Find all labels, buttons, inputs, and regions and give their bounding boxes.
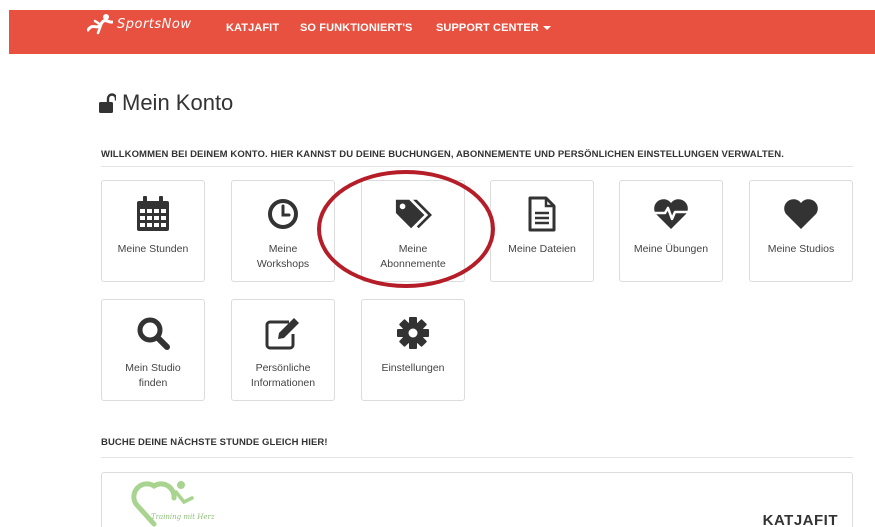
divider xyxy=(101,166,853,167)
tile-label: Persönliche Informationen xyxy=(250,362,316,390)
welcome-text: WILLKOMMEN BEI DEINEM KONTO. HIER KANNST… xyxy=(101,149,784,160)
page-title-text: Mein Konto xyxy=(122,90,234,115)
tile-persoenliche-informationen[interactable]: Persönliche Informationen xyxy=(231,299,335,401)
page-title: Mein Konto xyxy=(99,90,233,116)
tile-meine-dateien[interactable]: Meine Dateien xyxy=(490,180,594,282)
tile-label: Meine Workshops xyxy=(256,243,310,271)
cog-icon xyxy=(394,314,432,352)
nav-support-center-label: SUPPORT CENTER xyxy=(436,22,539,34)
file-text-icon xyxy=(523,195,561,233)
tile-meine-studios[interactable]: Meine Studios xyxy=(749,180,853,282)
clock-icon xyxy=(264,195,302,233)
search-icon xyxy=(134,314,172,352)
tile-einstellungen[interactable]: Einstellungen xyxy=(361,299,465,401)
logo-text: SportsNow xyxy=(117,16,192,32)
heartbeat-icon xyxy=(652,195,690,233)
booking-heading: BUCHE DEINE NÄCHSTE STUNDE GLEICH HIER! xyxy=(101,437,328,448)
tile-mein-studio-finden[interactable]: Mein Studio finden xyxy=(101,299,205,401)
tile-label: Meine Studios xyxy=(767,243,835,255)
studio-name: KATJAFIT xyxy=(762,512,838,527)
tile-meine-uebungen[interactable]: Meine Übungen xyxy=(619,180,723,282)
tile-meine-workshops[interactable]: Meine Workshops xyxy=(231,180,335,282)
sportsnow-logo-icon xyxy=(87,14,113,35)
tile-label: Meine Dateien xyxy=(508,243,576,255)
calendar-icon xyxy=(134,195,172,233)
edit-icon xyxy=(264,314,302,352)
unlock-icon xyxy=(99,93,116,113)
studio-tagline: Training mit Herz xyxy=(151,513,215,521)
nav-so-funktionierts[interactable]: SO FUNKTIONIERT'S xyxy=(300,22,412,34)
tile-meine-stunden[interactable]: Meine Stunden xyxy=(101,180,205,282)
sportsnow-logo[interactable]: SportsNow xyxy=(87,12,191,36)
tile-label: Mein Studio finden xyxy=(125,362,181,390)
heart-icon xyxy=(782,195,820,233)
tags-icon xyxy=(394,195,432,233)
tile-label: Meine Abonnemente xyxy=(380,243,446,271)
nav-support-center[interactable]: SUPPORT CENTER xyxy=(436,22,551,34)
tile-label: Meine Übungen xyxy=(633,243,709,255)
chevron-down-icon xyxy=(542,26,551,31)
studio-card[interactable]: Training mit Herz KATJAFIT xyxy=(101,472,853,527)
tile-label: Meine Stunden xyxy=(117,243,189,255)
divider xyxy=(101,457,853,458)
tile-label: Einstellungen xyxy=(381,362,445,374)
nav-katjafit[interactable]: KATJAFIT xyxy=(226,22,279,34)
tile-meine-abonnemente[interactable]: Meine Abonnemente xyxy=(361,180,465,282)
